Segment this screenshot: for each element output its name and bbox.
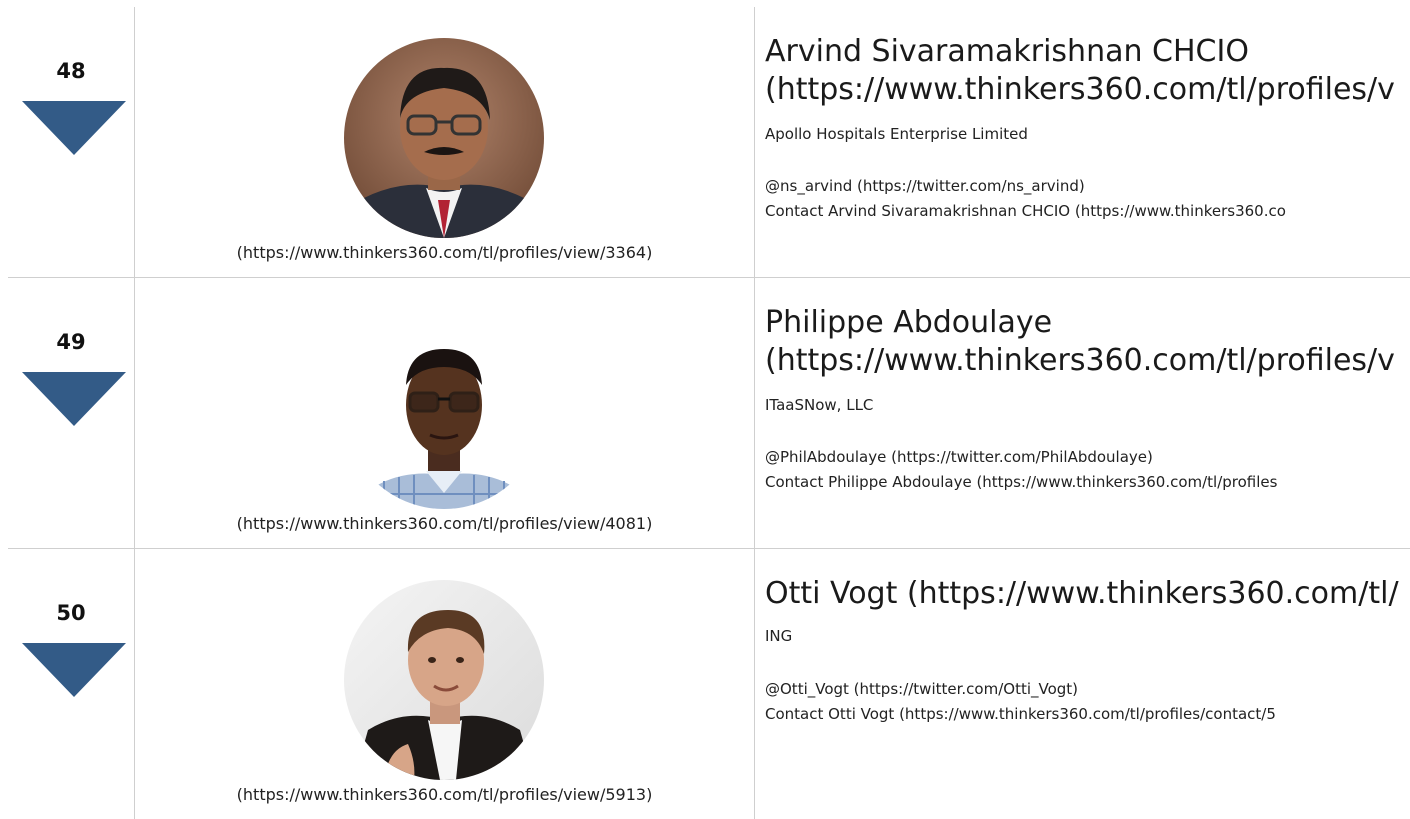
twitter-link[interactable]: @ns_arvind (https://twitter.com/ns_arvin… [765, 177, 1085, 195]
company-name: Apollo Hospitals Enterprise Limited [765, 125, 1028, 143]
photo-cell: (https://www.thinkers360.com/tl/profiles… [135, 549, 754, 819]
rank-cell: 49 [8, 278, 134, 549]
info-cell: Otti Vogt (https://www.thinkers360.com/t… [755, 549, 1410, 819]
photo-cell: (https://www.thinkers360.com/tl/profiles… [135, 7, 754, 278]
rank-down-arrow-icon [22, 643, 126, 697]
rank-number: 48 [56, 59, 86, 83]
profile-view-link[interactable]: (https://www.thinkers360.com/tl/profiles… [135, 514, 754, 533]
photo-cell: (https://www.thinkers360.com/tl/profiles… [135, 278, 754, 549]
rank-down-arrow-icon [22, 101, 126, 155]
profile-view-link[interactable]: (https://www.thinkers360.com/tl/profiles… [135, 243, 754, 262]
profile-name-link[interactable]: Philippe Abdoulaye [765, 304, 1410, 342]
table-row: 50 (https://www.thinkers360.com/tl/profi… [0, 549, 1410, 819]
contact-link[interactable]: Contact Arvind Sivaramakrishnan CHCIO (h… [765, 202, 1286, 220]
contact-link[interactable]: Contact Otti Vogt (https://www.thinkers3… [765, 705, 1276, 723]
profile-name-link-continued[interactable]: (https://www.thinkers360.com/tl/profiles… [765, 342, 1410, 380]
profile-name-link-continued[interactable]: (https://www.thinkers360.com/tl/profiles… [765, 71, 1410, 109]
profile-avatar[interactable] [344, 580, 544, 780]
thought-leaders-table: 48 (https://www.thinkers360.com/tl/profi… [0, 7, 1410, 819]
profile-avatar[interactable] [344, 38, 544, 238]
contact-link[interactable]: Contact Philippe Abdoulaye (https://www.… [765, 473, 1277, 491]
rank-number: 50 [56, 601, 86, 625]
rank-cell: 48 [8, 7, 134, 278]
rank-down-arrow-icon [22, 372, 126, 426]
company-name: ITaaSNow, LLC [765, 396, 874, 414]
twitter-link[interactable]: @PhilAbdoulaye (https://twitter.com/Phil… [765, 448, 1153, 466]
table-row: 48 (https://www.thinkers360.com/tl/profi… [0, 7, 1410, 278]
rank-cell: 50 [8, 549, 134, 819]
info-cell: Arvind Sivaramakrishnan CHCIO (https://w… [755, 7, 1410, 278]
profile-name-link[interactable]: Otti Vogt (https://www.thinkers360.com/t… [765, 575, 1410, 613]
table-row: 49 (https://www.thinkers360.com/tl/profi… [0, 278, 1410, 549]
info-cell: Philippe Abdoulaye (https://www.thinkers… [755, 278, 1410, 549]
profile-name-link[interactable]: Arvind Sivaramakrishnan CHCIO [765, 33, 1410, 71]
rank-number: 49 [56, 330, 86, 354]
profile-view-link[interactable]: (https://www.thinkers360.com/tl/profiles… [135, 785, 754, 804]
twitter-link[interactable]: @Otti_Vogt (https://twitter.com/Otti_Vog… [765, 680, 1078, 698]
profile-avatar[interactable] [344, 309, 544, 509]
company-name: ING [765, 627, 793, 645]
